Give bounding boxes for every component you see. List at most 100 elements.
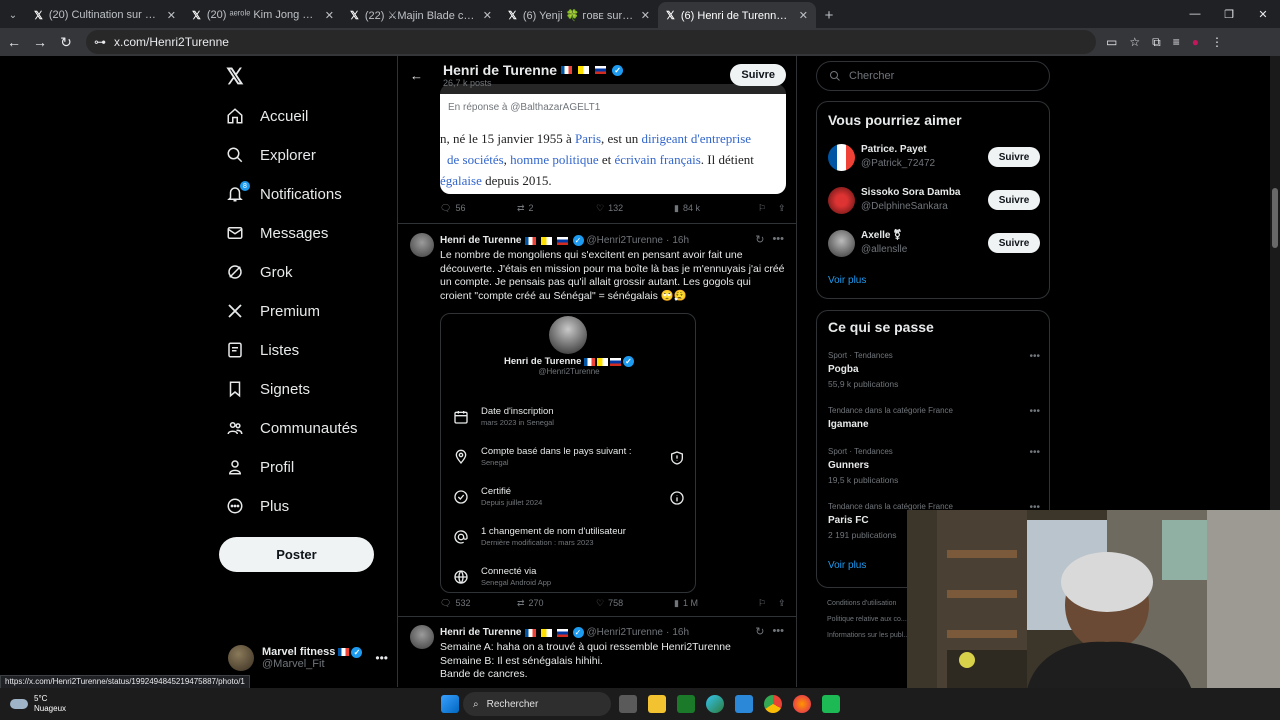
- suggested-account[interactable]: Sissoko Sora Damba @DelphineSankara Suiv…: [828, 185, 1040, 215]
- search-input[interactable]: Chercher: [816, 61, 1050, 91]
- browser-tab[interactable]: 𝕏(20) ᵃᵉʳᵒˡᵉ Kim Jong Un sur X : "E...✕: [184, 2, 342, 28]
- share-icon[interactable]: ⇪: [778, 598, 786, 609]
- suggested-account[interactable]: Axelle ⚧ @allenslle Suivre: [828, 228, 1040, 258]
- nav-item-signets[interactable]: Signets: [226, 373, 310, 405]
- verified-badge-icon: ✓: [572, 627, 584, 638]
- post-button[interactable]: Poster: [219, 537, 374, 572]
- follow-button[interactable]: Suivre: [988, 147, 1040, 167]
- tab-close-icon[interactable]: ✕: [799, 9, 808, 22]
- scrollbar-thumb[interactable]: [1272, 188, 1278, 248]
- firefox-icon[interactable]: [793, 695, 811, 713]
- trend-item[interactable]: Tendance dans la catégorie France Igaman…: [828, 406, 1040, 430]
- app-icon[interactable]: [822, 695, 840, 713]
- trend-item[interactable]: Sport · Tendances Pogba 55,9 k publicati…: [828, 351, 1040, 389]
- nav-item-profil[interactable]: Profil: [226, 451, 294, 483]
- views-button[interactable]: ▮ 84 k: [674, 203, 758, 214]
- shield-icon[interactable]: [669, 450, 685, 466]
- policy-link[interactable]: Politique relative aux co...: [827, 612, 909, 628]
- restore-icon[interactable]: ❐: [1212, 0, 1246, 28]
- task-view-icon[interactable]: [619, 695, 637, 713]
- taskbar-search[interactable]: ⌕ Rechercher: [463, 692, 611, 716]
- more-dots-icon[interactable]: •••: [1029, 351, 1040, 362]
- extensions-icon[interactable]: ⧉: [1152, 35, 1161, 50]
- tab-search-chevron-icon[interactable]: ⌄: [0, 2, 26, 28]
- nav-item-plus[interactable]: Plus: [226, 490, 289, 522]
- like-button[interactable]: ♡ 132: [596, 203, 674, 214]
- about-account-card[interactable]: Henri de Turenne ✓ @Henri2Turenne Date d…: [440, 313, 696, 593]
- avatar[interactable]: [410, 625, 434, 649]
- back-arrow-icon[interactable]: ←: [2, 30, 26, 54]
- browser-tab[interactable]: 𝕏(22) ⚔Majin Blade con™ sur X : "...✕: [342, 2, 500, 28]
- account-switcher[interactable]: Marvel fitness ✓ @Marvel_Fit •••: [228, 641, 388, 675]
- nav-item-grok[interactable]: Grok: [226, 256, 293, 288]
- tab-close-icon[interactable]: ✕: [167, 9, 176, 22]
- like-button[interactable]: ♡ 758: [596, 598, 674, 609]
- more-dots-icon[interactable]: •••: [375, 651, 388, 665]
- avatar[interactable]: [410, 233, 434, 257]
- reply-button[interactable]: 🗨 532: [440, 598, 517, 609]
- share-icon[interactable]: ⇪: [778, 203, 786, 214]
- nav-item-premium[interactable]: Premium: [226, 295, 320, 327]
- forward-arrow-icon[interactable]: →: [28, 30, 52, 54]
- profile-icon[interactable]: ●: [1192, 35, 1199, 50]
- tab-close-icon[interactable]: ✕: [641, 9, 650, 22]
- grok-icon[interactable]: ↻: [755, 625, 764, 638]
- suggested-account[interactable]: Patrice. Payet @Patrick_72472 Suivre: [828, 142, 1040, 172]
- terms-link[interactable]: Conditions d'utilisation: [827, 596, 909, 612]
- bookmark-icon[interactable]: ⚐: [758, 203, 778, 214]
- trend-item[interactable]: Sport · Tendances Gunners 19,5 k publica…: [828, 447, 1040, 485]
- more-dots-icon[interactable]: •••: [772, 625, 784, 638]
- see-more-link[interactable]: Voir plus: [828, 560, 866, 571]
- see-more-link[interactable]: Voir plus: [828, 275, 866, 286]
- nav-item-explorer[interactable]: Explorer: [226, 139, 316, 171]
- cast-icon[interactable]: ▭: [1106, 35, 1117, 50]
- address-bar[interactable]: ⊶ x.com/Henri2Turenne: [86, 30, 1096, 54]
- browser-tab[interactable]: 𝕏(20) Cultination sur X : "« C'est l...✕: [26, 2, 184, 28]
- more-dots-icon[interactable]: •••: [772, 233, 784, 246]
- post[interactable]: Henri de Turenne ✓ @Henri2Turenne · 16h …: [398, 233, 796, 611]
- chrome-icon[interactable]: [764, 695, 782, 713]
- more-dots-icon[interactable]: •••: [1029, 447, 1040, 458]
- xbox-icon[interactable]: [677, 695, 695, 713]
- new-tab-button[interactable]: +: [816, 2, 842, 28]
- tab-close-icon[interactable]: ✕: [325, 9, 334, 22]
- store-icon[interactable]: [735, 695, 753, 713]
- close-window-icon[interactable]: ✕: [1246, 0, 1280, 28]
- media-icon[interactable]: ≡: [1173, 35, 1180, 50]
- star-icon[interactable]: ☆: [1129, 35, 1140, 50]
- nav-item-listes[interactable]: Listes: [226, 334, 299, 366]
- browser-tab[interactable]: 𝕏(6) Yenji 🍀 ᴦᴏʙᴇ sur X : "Vu...✕: [500, 2, 658, 28]
- bookmark-icon[interactable]: ⚐: [758, 598, 778, 609]
- minimize-icon[interactable]: —: [1178, 0, 1212, 28]
- windows-start-icon[interactable]: [441, 695, 459, 713]
- back-arrow-icon[interactable]: ←: [410, 68, 423, 83]
- info-icon[interactable]: [669, 490, 685, 506]
- weather-widget[interactable]: 5°C Nuageux: [10, 694, 66, 714]
- views-button[interactable]: ▮ 1 M: [674, 598, 758, 609]
- browser-menu-icon[interactable]: ⋮: [1211, 35, 1223, 50]
- post[interactable]: Henri de Turenne ✓ @Henri2Turenne · 16h …: [398, 625, 796, 687]
- repost-button[interactable]: ⇄ 2: [517, 203, 596, 214]
- repost-button[interactable]: ⇄ 270: [517, 598, 596, 609]
- follow-button[interactable]: Suivre: [988, 190, 1040, 210]
- browser-tab-active[interactable]: 𝕏(6) Henri de Turenne ꜰʀᴠᴀʀᴜ (@...✕: [658, 2, 816, 28]
- reload-icon[interactable]: ↻: [54, 30, 78, 54]
- reply-button[interactable]: 🗨 56: [440, 203, 517, 214]
- grok-icon[interactable]: ↻: [755, 233, 764, 246]
- nav-item-accueil[interactable]: Accueil: [226, 100, 308, 132]
- tab-close-icon[interactable]: ✕: [483, 9, 492, 22]
- follow-button[interactable]: Suivre: [730, 64, 786, 86]
- follow-button[interactable]: Suivre: [988, 233, 1040, 253]
- nav-item-communautes[interactable]: Communautés: [226, 412, 358, 444]
- nav-item-notifications[interactable]: 8 Notifications: [226, 178, 342, 210]
- site-info-icon[interactable]: ⊶: [94, 35, 106, 49]
- nav-item-messages[interactable]: Messages: [226, 217, 328, 249]
- ads-info-link[interactable]: Informations sur les publ...: [827, 628, 909, 644]
- link-hover-status: https://x.com/Henri2Turenne/status/19924…: [0, 675, 250, 689]
- repost-icon: ⇄: [517, 597, 525, 608]
- more-dots-icon[interactable]: •••: [1029, 406, 1040, 417]
- post-image[interactable]: En réponse à @BalthazarAGELT1 n, né le 1…: [440, 84, 786, 194]
- file-explorer-icon[interactable]: [648, 695, 666, 713]
- edge-icon[interactable]: [706, 695, 724, 713]
- x-logo-icon[interactable]: 𝕏: [226, 64, 244, 90]
